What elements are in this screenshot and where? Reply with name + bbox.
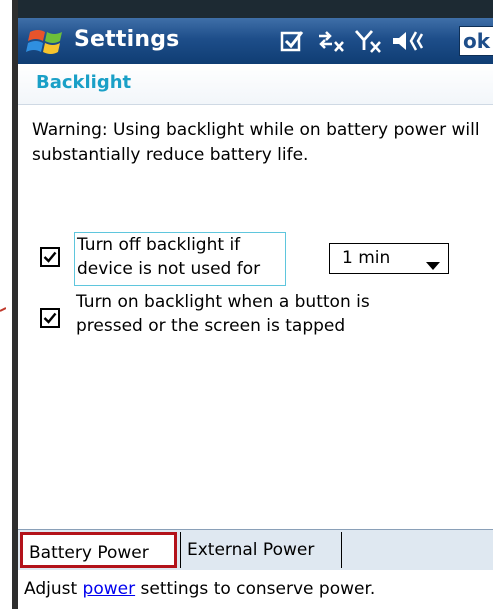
tab-battery-power[interactable]: Battery Power xyxy=(20,532,177,568)
turn-off-backlight-checkbox[interactable] xyxy=(40,247,60,267)
ok-button[interactable]: ok xyxy=(459,26,493,56)
timeout-dropdown[interactable]: 1 min xyxy=(329,243,449,274)
windows-start-icon[interactable] xyxy=(26,26,66,58)
device-screen: Settings ok Backlight Warning: Using bac… xyxy=(18,18,493,609)
timeout-dropdown-value: 1 min xyxy=(342,248,391,268)
footer-prefix: Adjust xyxy=(24,579,83,599)
warning-text: Warning: Using backlight while on batter… xyxy=(32,120,480,165)
footer-suffix: settings to conserve power. xyxy=(135,579,376,599)
title-bar: Settings ok xyxy=(18,18,493,64)
footer-hint: Adjust power settings to conserve power. xyxy=(18,571,493,609)
connectivity-icon[interactable] xyxy=(316,28,346,54)
turn-on-backlight-checkbox[interactable] xyxy=(40,308,60,328)
top-frame xyxy=(0,0,493,18)
app-title: Settings xyxy=(74,27,180,52)
tab-external-power[interactable]: External Power xyxy=(180,532,342,568)
page-title: Backlight xyxy=(36,72,132,93)
checkbox-tray-icon[interactable] xyxy=(280,28,306,54)
turn-off-backlight-label[interactable]: Turn off backlight if device is not used… xyxy=(74,232,286,286)
chevron-down-icon xyxy=(426,255,440,274)
power-settings-link[interactable]: power xyxy=(83,579,136,599)
turn-on-backlight-label[interactable]: Turn on backlight when a button is press… xyxy=(76,290,436,338)
volume-icon[interactable] xyxy=(391,28,427,54)
page-header: Backlight xyxy=(18,64,493,105)
signal-off-icon[interactable] xyxy=(354,28,384,54)
callout-arrow-icon xyxy=(0,296,6,318)
tab-bar: Battery Power External Power xyxy=(18,529,493,570)
